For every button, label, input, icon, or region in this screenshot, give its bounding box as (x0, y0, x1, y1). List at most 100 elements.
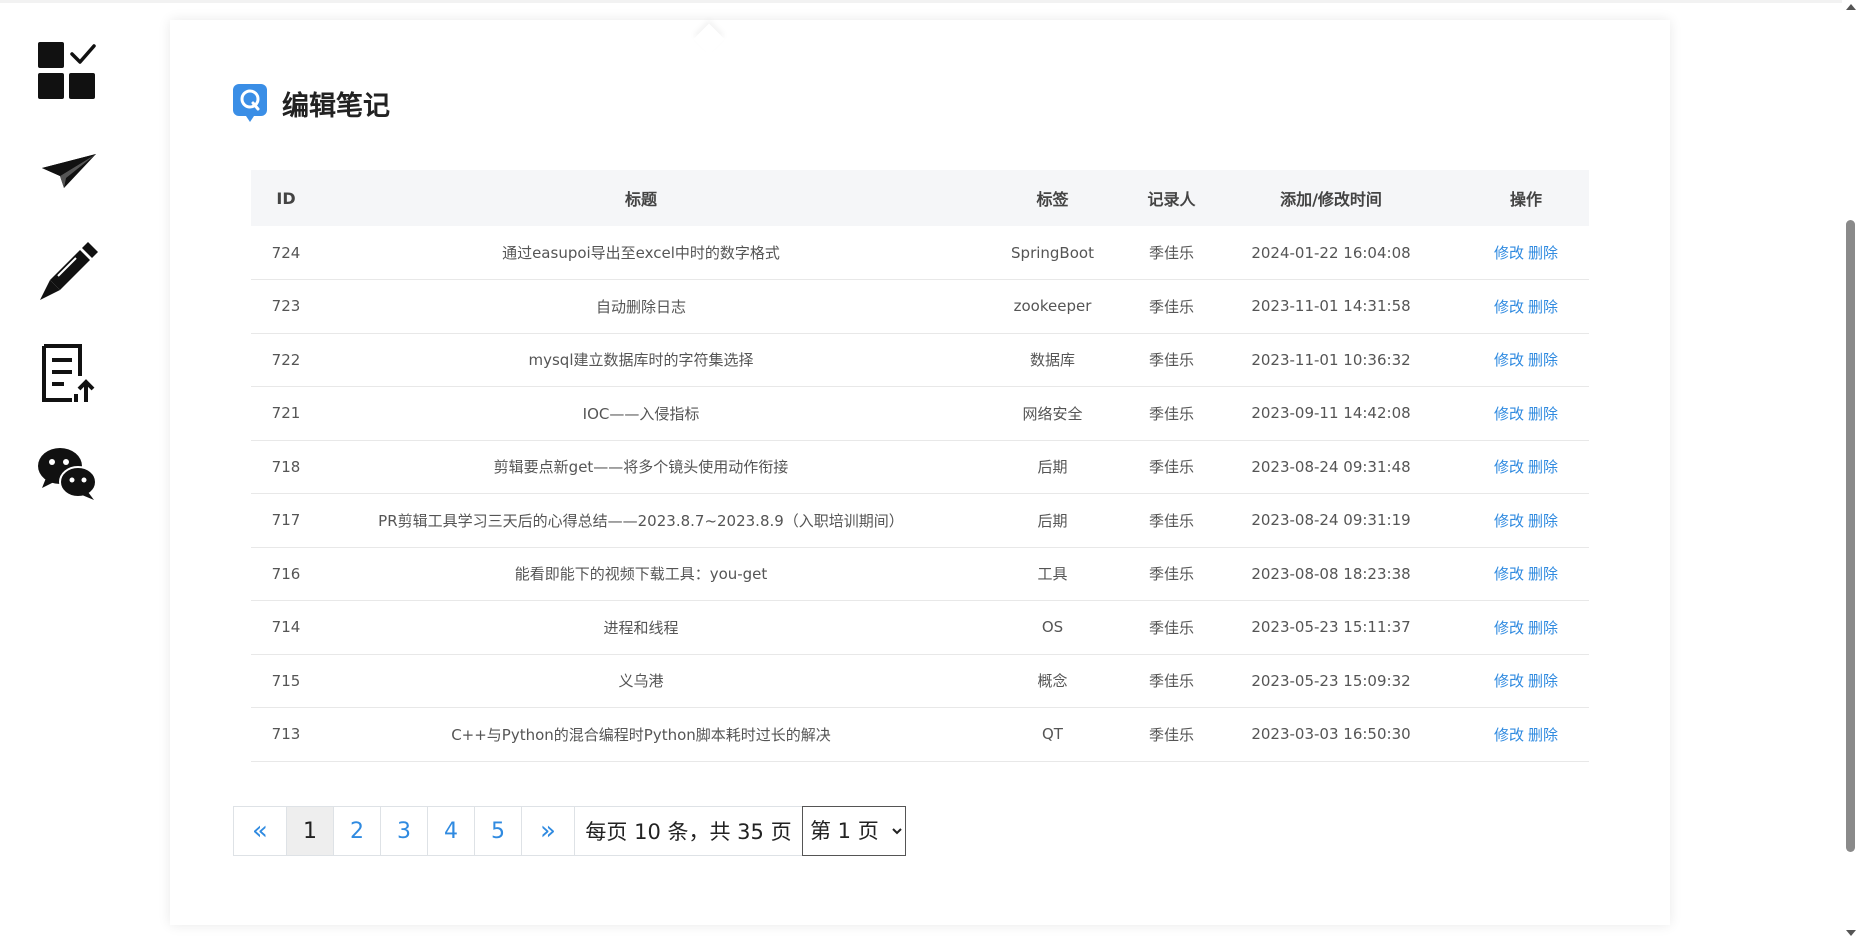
delete-link[interactable]: 删除 (1528, 512, 1558, 530)
cell-actions: 修改 删除 (1463, 386, 1589, 441)
page-2-button[interactable]: 2 (333, 806, 381, 856)
cell-title: 剪辑要点新get——将多个镜头使用动作衔接 (321, 440, 961, 494)
paper-plane-icon[interactable] (36, 142, 98, 204)
cell-time: 2023-09-11 14:42:08 (1199, 386, 1463, 441)
edit-link[interactable]: 修改 (1494, 458, 1524, 476)
cell-actions: 修改 删除 (1463, 493, 1589, 548)
cell-id: 713 (251, 707, 321, 762)
cell-actions: 修改 删除 (1463, 654, 1589, 708)
column-header-time: 添加/修改时间 (1199, 170, 1463, 226)
card-pointer (693, 23, 725, 55)
scroll-up-arrow-icon[interactable] (1846, 4, 1856, 10)
cell-title: PR剪辑工具学习三天后的心得总结——2023.8.7~2023.8.9（入职培训… (321, 493, 961, 548)
cell-id: 715 (251, 654, 321, 708)
delete-link[interactable]: 删除 (1528, 565, 1558, 583)
edit-link[interactable]: 修改 (1494, 351, 1524, 369)
notes-card: 编辑笔记 ID 标题 标签 记录人 添加/修改时间 操作 724 通过easup… (170, 20, 1670, 925)
cell-title: 义乌港 (321, 654, 961, 708)
table-row: 718 剪辑要点新get——将多个镜头使用动作衔接 后期 季佳乐 2023-08… (251, 440, 1589, 494)
cell-time: 2023-08-24 09:31:19 (1199, 493, 1463, 548)
page-4-button[interactable]: 4 (427, 806, 475, 856)
cell-id: 722 (251, 333, 321, 387)
cell-id: 724 (251, 226, 321, 280)
sidebar (0, 0, 140, 940)
cell-id: 718 (251, 440, 321, 494)
cell-time: 2023-05-23 15:09:32 (1199, 654, 1463, 708)
table-row: 714 进程和线程 OS 季佳乐 2023-05-23 15:11:37 修改删… (251, 600, 1589, 655)
cell-title: 自动删除日志 (321, 279, 961, 334)
cell-id: 716 (251, 547, 321, 601)
scrollbar-thumb[interactable] (1846, 220, 1855, 852)
delete-link[interactable]: 删除 (1528, 672, 1558, 690)
edit-link[interactable]: 修改 (1494, 619, 1524, 637)
edit-link[interactable]: 修改 (1494, 512, 1524, 530)
cell-tag: QT (961, 707, 1144, 762)
cell-time: 2024-01-22 16:04:08 (1199, 226, 1463, 280)
delete-link[interactable]: 删除 (1528, 405, 1558, 423)
cell-tag: zookeeper (961, 279, 1144, 334)
page-3-button[interactable]: 3 (380, 806, 428, 856)
cell-tag: 工具 (961, 547, 1144, 601)
vertical-scrollbar[interactable] (1842, 0, 1860, 940)
cell-recorder: 季佳乐 (1144, 707, 1199, 762)
cell-recorder: 季佳乐 (1144, 547, 1199, 601)
dashboard-icon[interactable] (36, 40, 98, 102)
column-header-id: ID (251, 170, 321, 226)
delete-link[interactable]: 删除 (1528, 244, 1558, 262)
pen-icon[interactable] (36, 240, 98, 302)
prev-page-button[interactable]: « (233, 806, 287, 856)
cell-time: 2023-11-01 10:36:32 (1199, 333, 1463, 387)
column-header-title: 标题 (321, 170, 961, 226)
cell-tag: OS (961, 600, 1144, 655)
cell-tag: 后期 (961, 440, 1144, 494)
card-header: 编辑笔记 (232, 82, 390, 124)
cell-title: 进程和线程 (321, 600, 961, 655)
edit-link[interactable]: 修改 (1494, 405, 1524, 423)
table-row: 723 自动删除日志 zookeeper 季佳乐 2023-11-01 14:3… (251, 279, 1589, 334)
column-header-actions: 操作 (1463, 170, 1589, 226)
table-row: 717 PR剪辑工具学习三天后的心得总结——2023.8.7~2023.8.9（… (251, 493, 1589, 548)
scroll-down-arrow-icon[interactable] (1846, 930, 1856, 936)
cell-tag: SpringBoot (961, 226, 1144, 280)
cell-id: 721 (251, 386, 321, 441)
edit-link[interactable]: 修改 (1494, 726, 1524, 744)
delete-link[interactable]: 删除 (1528, 619, 1558, 637)
table-header-row: ID 标题 标签 记录人 添加/修改时间 操作 (251, 170, 1589, 226)
cell-actions: 修改 删除 (1463, 707, 1589, 762)
cell-id: 714 (251, 600, 321, 655)
cell-tag: 数据库 (961, 333, 1144, 387)
table-row: 722 mysql建立数据库时的字符集选择 数据库 季佳乐 2023-11-01… (251, 333, 1589, 387)
cell-actions: 修改 删除 (1463, 600, 1589, 655)
edit-link[interactable]: 修改 (1494, 298, 1524, 316)
cell-time: 2023-08-24 09:31:48 (1199, 440, 1463, 494)
edit-link[interactable]: 修改 (1494, 672, 1524, 690)
cell-recorder: 季佳乐 (1144, 333, 1199, 387)
wechat-icon[interactable] (36, 442, 98, 504)
notes-table: ID 标题 标签 记录人 添加/修改时间 操作 724 通过easupoi导出至… (251, 170, 1589, 762)
cell-recorder: 季佳乐 (1144, 654, 1199, 708)
page-select[interactable]: 第 1 页 (802, 806, 906, 856)
page-5-button[interactable]: 5 (474, 806, 522, 856)
delete-link[interactable]: 删除 (1528, 351, 1558, 369)
cell-tag: 网络安全 (961, 386, 1144, 441)
cell-title: 能看即能下的视频下载工具：you-get (321, 547, 961, 601)
delete-link[interactable]: 删除 (1528, 726, 1558, 744)
cell-time: 2023-05-23 15:11:37 (1199, 600, 1463, 655)
cell-recorder: 季佳乐 (1144, 440, 1199, 494)
cell-recorder: 季佳乐 (1144, 279, 1199, 334)
cell-title: mysql建立数据库时的字符集选择 (321, 333, 961, 387)
page-1-button[interactable]: 1 (286, 806, 334, 856)
edit-link[interactable]: 修改 (1494, 244, 1524, 262)
column-header-tag: 标签 (961, 170, 1144, 226)
cell-actions: 修改 删除 (1463, 333, 1589, 387)
cell-recorder: 季佳乐 (1144, 493, 1199, 548)
delete-link[interactable]: 删除 (1528, 458, 1558, 476)
table-row: 715 义乌港 概念 季佳乐 2023-05-23 15:09:32 修改 删除 (251, 654, 1589, 708)
cell-id: 717 (251, 493, 321, 548)
edit-link[interactable]: 修改 (1494, 565, 1524, 583)
cell-time: 2023-08-08 18:23:38 (1199, 547, 1463, 601)
page-title: 编辑笔记 (282, 90, 390, 122)
delete-link[interactable]: 删除 (1528, 298, 1558, 316)
next-page-button[interactable]: » (521, 806, 575, 856)
document-upload-icon[interactable] (36, 342, 98, 404)
